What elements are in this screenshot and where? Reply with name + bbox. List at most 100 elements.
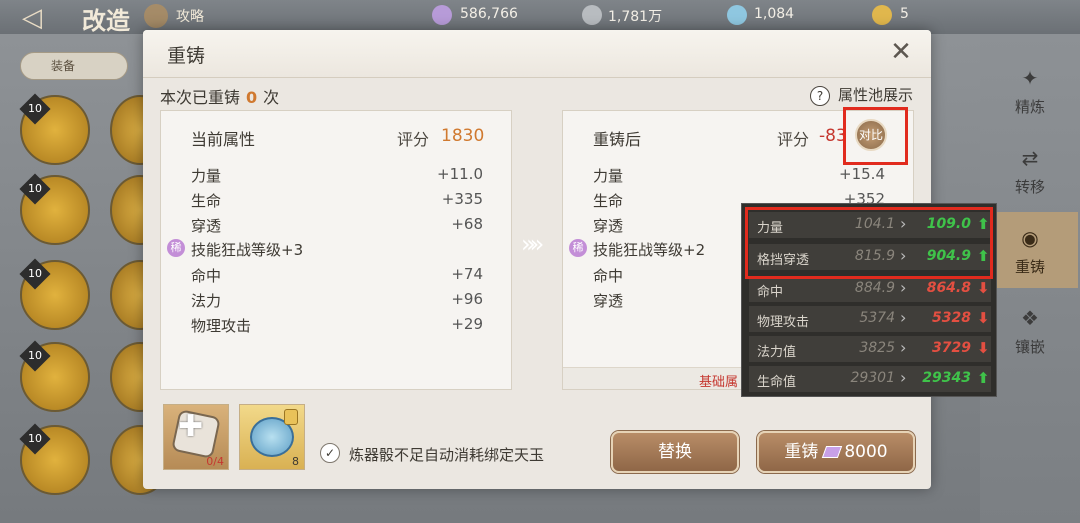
stat-row: 生命 +335	[191, 188, 483, 212]
arrow-down-icon: ⬇	[977, 309, 990, 327]
gem-currency-icon	[432, 5, 452, 25]
refine-icon: ✦	[1021, 66, 1039, 90]
stat-row: 物理攻击 +29	[191, 313, 483, 337]
silver-currency-icon	[582, 5, 602, 25]
current-heading: 当前属性	[191, 130, 256, 149]
comparison-name: 法力值	[757, 345, 797, 360]
count-prefix: 本次已重铸	[160, 88, 241, 107]
replace-button[interactable]: 替换	[611, 431, 739, 473]
equip-filter-label: 装备	[51, 59, 76, 73]
comparison-row: 生命值 29301 › 29343 ⬆	[749, 366, 991, 392]
comparison-new: 29343	[922, 370, 971, 386]
rare-skill-icon: 稀	[167, 239, 185, 257]
gold-currency-value: 5	[900, 6, 909, 22]
comparison-name: 物理攻击	[757, 315, 810, 330]
stat-value: +11.0	[437, 165, 483, 183]
attribute-pool-button[interactable]: ? 属性池展示	[810, 84, 913, 106]
count-suffix: 次	[263, 88, 280, 107]
comparison-old: 29301	[850, 370, 895, 386]
stat-name: 穿透	[593, 292, 624, 310]
comparison-new: 864.8	[926, 280, 971, 296]
tab-transfer[interactable]: ⇄ 转移	[982, 132, 1078, 208]
arrow-right-icon: »»	[521, 230, 545, 258]
stat-row: 力量 +15.4	[593, 163, 885, 187]
stat-name: 穿透	[191, 217, 222, 235]
arrow-down-icon: ⬇	[977, 339, 990, 357]
equip-filter-button[interactable]: 装备	[20, 52, 128, 80]
comparison-old: 3825	[859, 340, 895, 356]
comparison-new: 5328	[932, 310, 971, 326]
comparison-name: 命中	[757, 285, 784, 300]
stat-name: 命中	[593, 267, 624, 285]
stat-row: 命中 +74	[191, 263, 483, 287]
comparison-old: 5374	[859, 310, 895, 326]
stat-name: 法力	[191, 292, 222, 310]
score-label: 评分	[397, 130, 430, 149]
dialog-header: 重铸 ✕	[143, 30, 931, 78]
stat-value: +15.4	[839, 165, 885, 183]
back-button[interactable]: ◁	[22, 3, 42, 33]
stat-row: 稀技能狂战等级+3	[167, 237, 483, 261]
lock-icon	[284, 409, 298, 425]
comparison-row: 命中 884.9 › 864.8 ⬇	[749, 276, 991, 302]
arrow-down-icon: ⬇	[977, 279, 990, 297]
current-score: 1830	[441, 126, 485, 146]
jade-count: 8	[292, 455, 299, 468]
stat-row: 穿透 +68	[191, 213, 483, 237]
jade-currency-icon	[727, 5, 747, 25]
attribute-pool-label: 属性池展示	[838, 86, 914, 104]
jade-currency-value: 1,084	[754, 6, 795, 22]
stat-value: +96	[451, 290, 483, 308]
tab-label: 转移	[1014, 178, 1045, 196]
inlay-icon: ❖	[1021, 306, 1039, 330]
stat-row: 力量 +11.0	[191, 163, 483, 187]
stat-value: +74	[451, 265, 483, 283]
tab-refine[interactable]: ✦ 精炼	[982, 52, 1078, 128]
stat-name: 技能狂战等级+3	[191, 241, 304, 259]
current-attributes-panel: 当前属性 评分 1830 力量 +11.0 生命 +335 穿透 +68 稀技能狂战等…	[160, 110, 512, 390]
page-title: 改造	[82, 7, 130, 35]
stat-name: 技能狂战等级+2	[593, 241, 706, 259]
reforge-button[interactable]: 重铸 8000	[757, 431, 915, 473]
auto-consume-label: 炼器骰不足自动消耗绑定天玉	[349, 446, 545, 464]
comparison-name: 生命值	[757, 375, 797, 390]
stat-value: +29	[451, 315, 483, 333]
base-attribute-text: 基础属	[699, 375, 739, 390]
jade-item[interactable]: 8	[239, 404, 305, 470]
tab-label: 重铸	[1014, 258, 1045, 276]
auto-consume-checkbox[interactable]: ✓	[320, 443, 340, 463]
reforge-cost: 8000	[844, 442, 888, 462]
reforge-icon: ◉	[1021, 226, 1039, 250]
arrow-up-icon: ⬆	[977, 369, 990, 387]
tab-label: 镶嵌	[1014, 338, 1045, 356]
score-label: 评分	[777, 130, 810, 149]
stat-value: +335	[441, 190, 483, 208]
comparison-new: 3729	[932, 340, 971, 356]
after-heading: 重铸后	[593, 130, 642, 149]
gem-icon	[822, 446, 843, 458]
stat-name: 生命	[593, 192, 624, 210]
stat-name: 穿透	[593, 217, 624, 235]
stat-name: 力量	[191, 167, 222, 185]
stat-name: 命中	[191, 267, 222, 285]
dice-count: 0/4	[206, 455, 224, 468]
comparison-old: 884.9	[854, 280, 895, 296]
stat-name: 力量	[593, 167, 624, 185]
stat-name: 生命	[191, 192, 222, 210]
reforge-button-label: 重铸	[784, 442, 819, 462]
count-value: 0	[246, 88, 258, 107]
highlight-box	[745, 207, 993, 279]
comparison-row: 物理攻击 5374 › 5328 ⬇	[749, 306, 991, 332]
transfer-icon: ⇄	[1021, 146, 1039, 170]
guide-link[interactable]: 攻略	[176, 6, 204, 26]
tab-label: 精炼	[1014, 98, 1045, 116]
guide-icon	[144, 4, 168, 28]
gold-currency-icon	[872, 5, 892, 25]
comparison-row: 法力值 3825 › 3729 ⬇	[749, 336, 991, 362]
refine-dice-item[interactable]: ✚ 0/4	[163, 404, 229, 470]
add-icon: ✚	[178, 409, 204, 444]
stat-name: 物理攻击	[191, 317, 252, 335]
rare-skill-icon: 稀	[569, 239, 587, 257]
close-icon[interactable]: ✕	[889, 39, 913, 65]
help-icon: ?	[810, 86, 830, 106]
